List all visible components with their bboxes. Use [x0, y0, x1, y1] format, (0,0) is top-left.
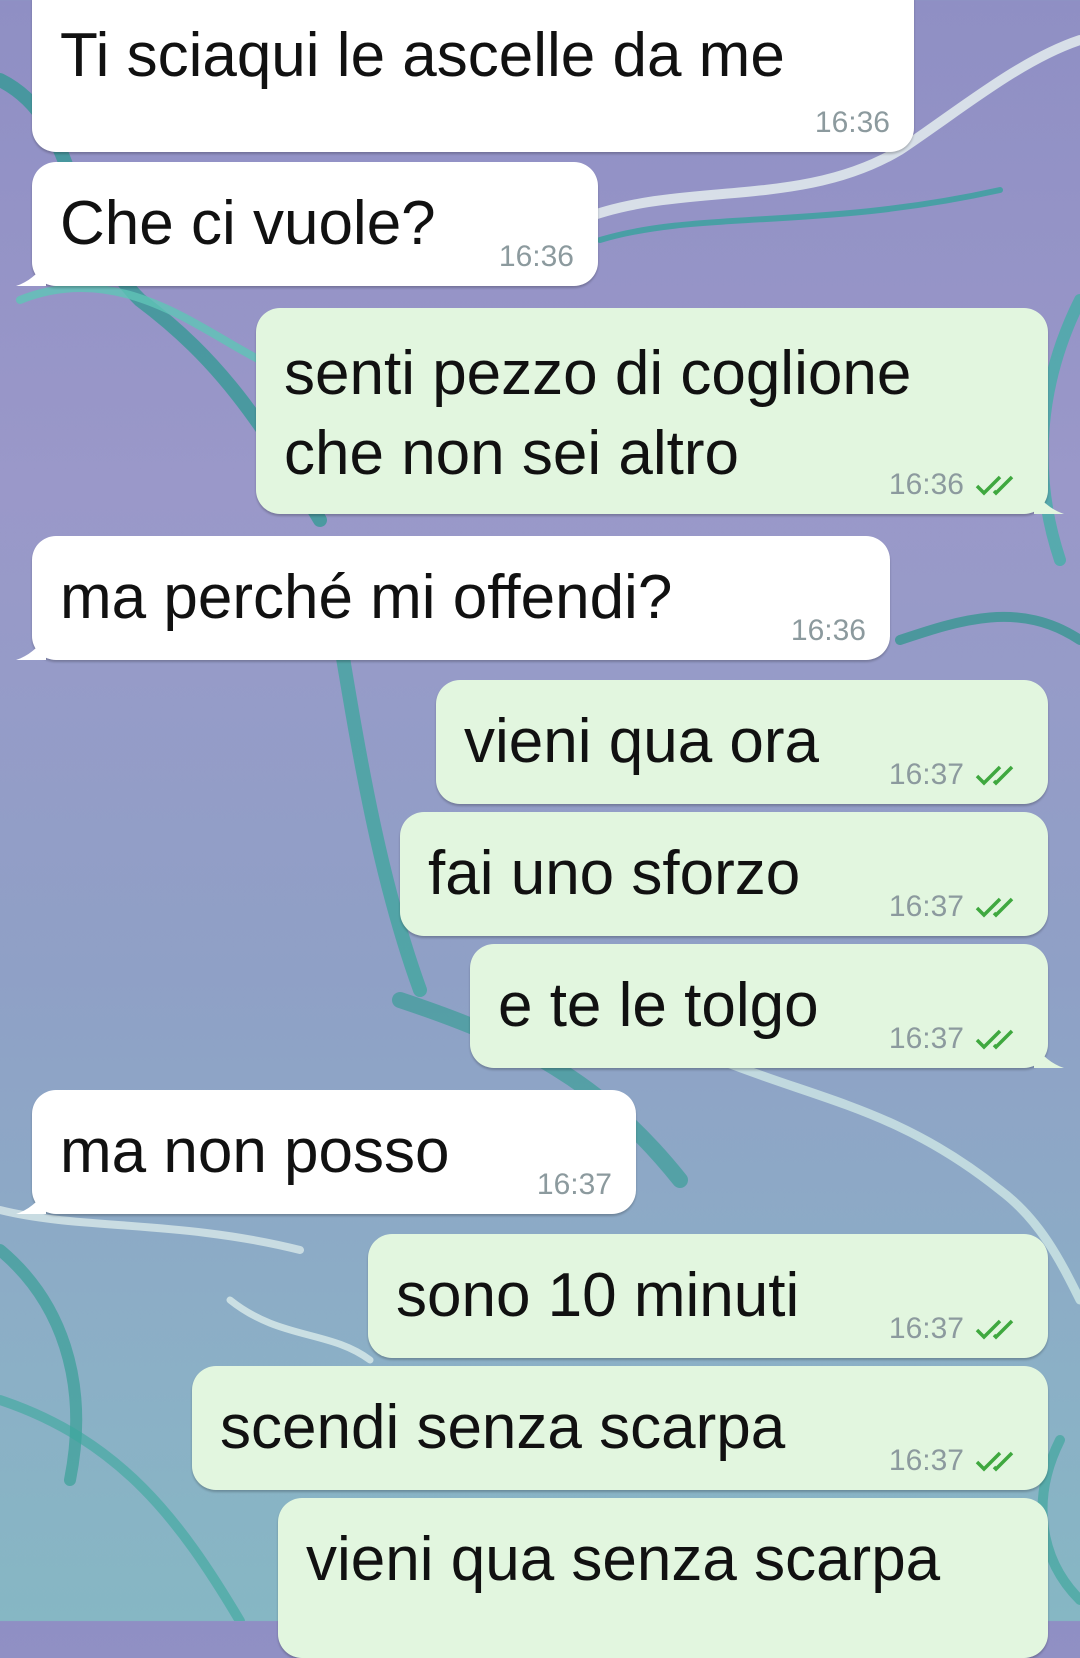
read-ticks-icon: [975, 765, 1014, 786]
message-text: Che ci vuole?: [60, 189, 436, 258]
message-bubble-incoming[interactable]: ma perché mi offendi? 16:36: [16, 536, 890, 660]
message-bubble-incoming[interactable]: Che ci vuole? 16:36: [16, 162, 598, 286]
bubble-tail: [16, 1190, 46, 1214]
read-ticks-icon: [975, 1029, 1014, 1050]
message-text: ma perché mi offendi?: [60, 563, 673, 632]
message-time: 16:37: [888, 1022, 964, 1055]
message-text: sono 10 minuti: [396, 1261, 800, 1330]
read-ticks-icon: [975, 1319, 1014, 1340]
message-text: e te le tolgo: [498, 971, 819, 1040]
message-time: 16:36: [498, 240, 574, 273]
message-meta: 16:37: [889, 1312, 1024, 1346]
message-meta: 16:37: [889, 890, 1024, 924]
message-time: 16:37: [536, 1168, 612, 1201]
read-ticks-icon: [975, 897, 1014, 918]
message-text: Ti sciaqui le ascelle da me: [60, 21, 785, 90]
read-ticks-icon: [975, 475, 1014, 496]
message-bubble-outgoing[interactable]: e te le tolgo 16:37: [470, 944, 1064, 1068]
message-time: 16:37: [888, 890, 964, 923]
bubble-tail: [1034, 490, 1064, 514]
message-time: 16:36: [790, 614, 866, 647]
message-time: 16:37: [888, 758, 964, 791]
message-meta: 16:37: [889, 1022, 1024, 1056]
bubble-tail: [1034, 1044, 1064, 1068]
message-text: scendi senza scarpa: [220, 1393, 786, 1462]
message-bubble-outgoing[interactable]: sono 10 minuti 16:37: [368, 1234, 1048, 1358]
message-text-line-2: che non sei altro: [284, 419, 739, 488]
message-text: vieni qua ora: [464, 707, 820, 776]
bubble-tail: [16, 636, 46, 660]
message-text: ma non posso: [60, 1117, 450, 1186]
bubble-tail: [16, 262, 46, 286]
message-meta: 16:36: [889, 468, 1024, 502]
message-meta: 16:37: [889, 1444, 1024, 1478]
message-bubble-outgoing[interactable]: vieni qua ora 16:37: [436, 680, 1048, 804]
message-meta: 16:37: [889, 758, 1024, 792]
message-time: 16:36: [888, 468, 964, 501]
read-ticks-icon: [975, 1451, 1014, 1472]
message-bubble-outgoing[interactable]: fai uno sforzo 16:37: [400, 812, 1048, 936]
message-bubble-incoming[interactable]: ma non posso 16:37: [16, 1090, 636, 1214]
message-text: vieni qua senza scarpa: [306, 1525, 941, 1594]
message-bubble-outgoing[interactable]: scendi senza scarpa 16:37: [192, 1366, 1048, 1490]
message-text: fai uno sforzo: [428, 839, 801, 908]
message-bubble-incoming[interactable]: Ti sciaqui le ascelle da me 16:36: [32, 0, 914, 152]
message-time: 16:36: [814, 106, 890, 139]
message-bubble-outgoing[interactable]: vieni qua senza scarpa: [278, 1498, 1048, 1658]
message-time: 16:37: [888, 1312, 964, 1345]
message-bubble-outgoing[interactable]: senti pezzo di coglione che non sei altr…: [256, 308, 1064, 514]
message-text-line-1: senti pezzo di coglione: [284, 339, 912, 408]
message-time: 16:37: [888, 1444, 964, 1477]
